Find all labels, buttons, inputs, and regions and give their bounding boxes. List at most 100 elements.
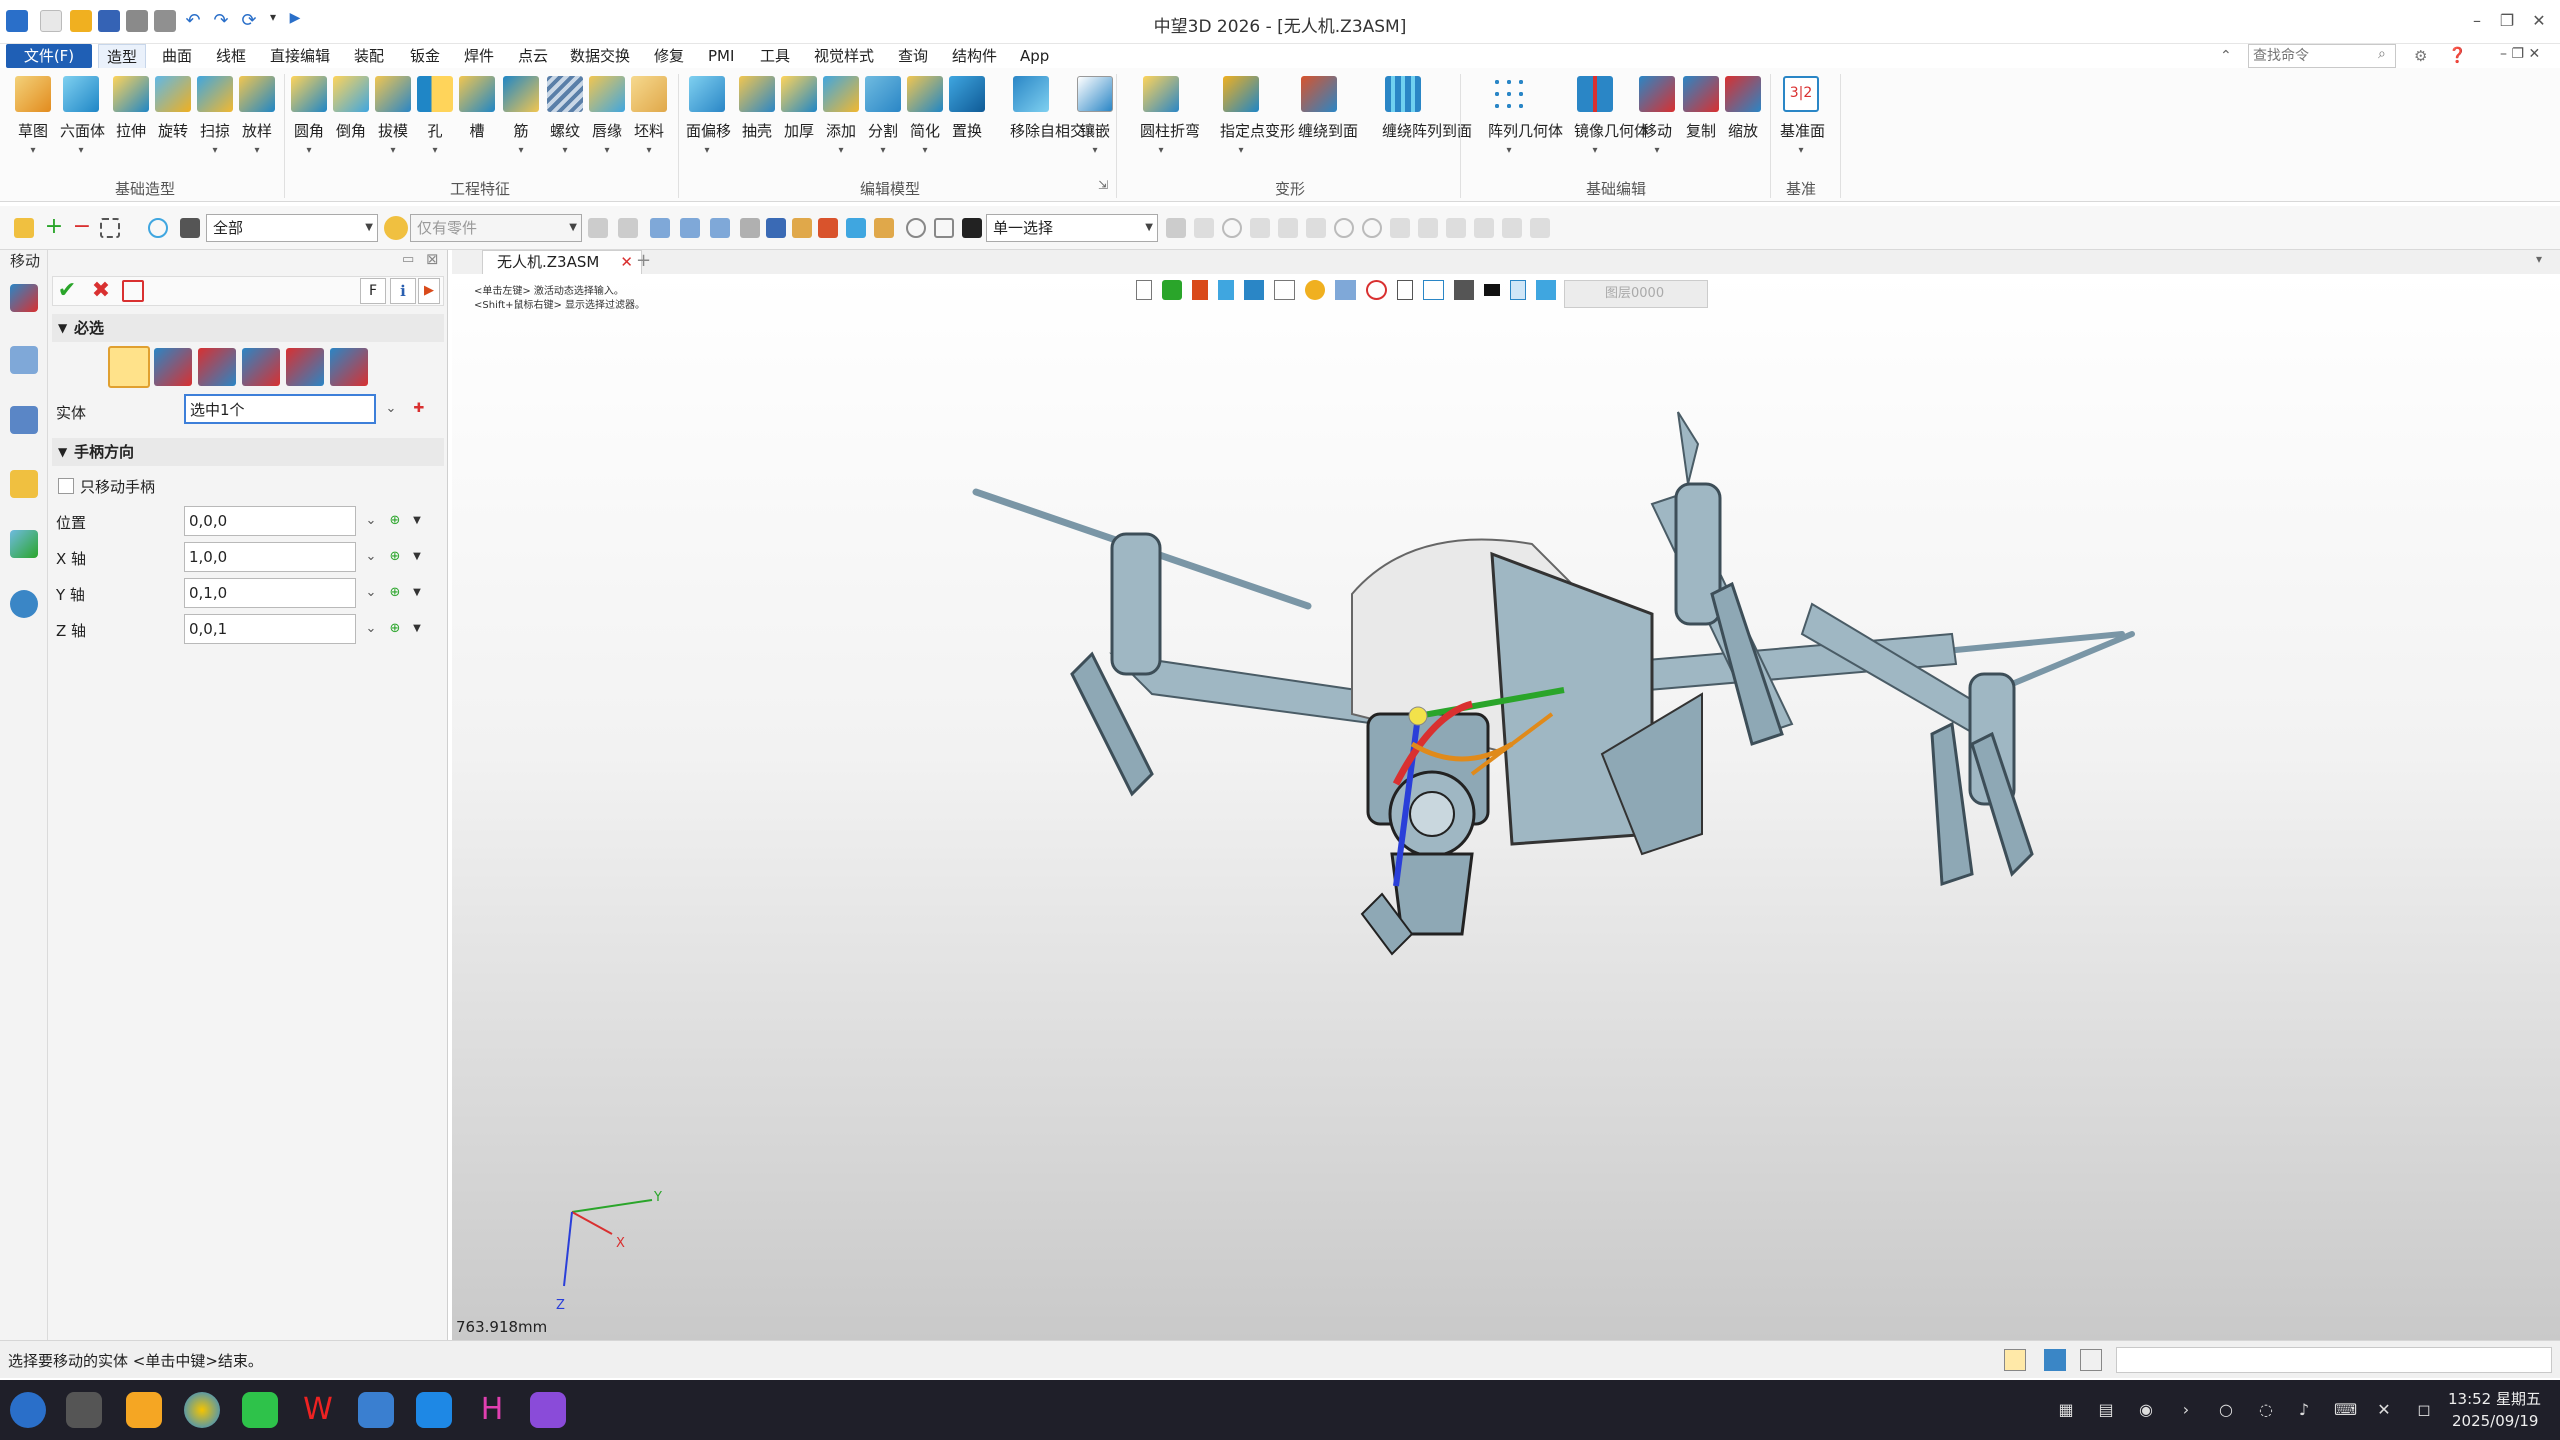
move-tool-icon[interactable] <box>10 284 38 312</box>
center-filter-icon[interactable] <box>1334 218 1354 238</box>
yaxis-menu-icon[interactable]: ▼ <box>408 584 426 602</box>
curve-filter-icon[interactable] <box>1390 218 1410 238</box>
wps-icon[interactable]: W <box>300 1392 336 1428</box>
tray-clipboard-icon[interactable]: ▤ <box>2096 1400 2116 1420</box>
slot-button[interactable]: 槽 <box>456 76 498 141</box>
menu-weldment[interactable]: 焊件 <box>456 44 502 68</box>
menu-tools[interactable]: 工具 <box>752 44 798 68</box>
circle-filter-icon[interactable] <box>1362 218 1382 238</box>
view-manager-icon[interactable] <box>10 470 38 498</box>
cancel-x-icon[interactable]: ✖ <box>88 278 114 304</box>
flag-button[interactable]: F <box>360 278 386 304</box>
select-arrow-icon[interactable] <box>14 218 34 238</box>
xaxis-field[interactable]: 1,0,0 <box>184 542 356 572</box>
new-tab-icon[interactable]: + <box>636 250 651 271</box>
move-mode-dynamic-icon[interactable] <box>108 346 150 388</box>
start-icon[interactable] <box>10 1392 46 1428</box>
help-icon[interactable]: ❓ <box>2448 46 2467 64</box>
history-icon[interactable] <box>906 218 926 238</box>
tray-bot-icon[interactable]: ◉ <box>2136 1400 2156 1420</box>
sketch-button[interactable]: 草图 ▾ <box>12 76 54 156</box>
pattern-geometry-button[interactable]: 阵列几何体 ▾ <box>1488 76 1563 156</box>
xaxis-pick-icon[interactable]: ⊕ <box>386 548 404 566</box>
wrap-pattern-button[interactable]: 缠绕阵列到面 <box>1382 76 1472 141</box>
cursor-icon[interactable] <box>766 218 786 238</box>
position-pick-icon[interactable]: ⊕ <box>386 512 404 530</box>
only-handle-checkbox[interactable] <box>58 478 74 494</box>
tray-app-icon[interactable]: ▦ <box>2056 1400 2076 1420</box>
wechat-icon[interactable] <box>242 1392 278 1428</box>
move-mode-rotate-icon[interactable] <box>242 348 280 386</box>
part-filter-icon[interactable] <box>384 216 408 240</box>
sweep-button[interactable]: 扫掠 ▾ <box>194 76 236 156</box>
panel-close-icon[interactable]: ⊠ <box>426 250 439 268</box>
stop-icon[interactable] <box>962 218 982 238</box>
loft-button[interactable]: 放样 ▾ <box>236 76 278 156</box>
assembly-tree-icon[interactable] <box>10 406 38 434</box>
box-button[interactable]: 六面体 ▾ <box>60 76 105 156</box>
clock-time[interactable]: 13:52 星期五 <box>2448 1388 2541 1409</box>
drone-model[interactable] <box>452 274 2560 1340</box>
filter-select[interactable]: 全部 ▼ <box>206 214 378 242</box>
apply-icon[interactable] <box>122 280 144 302</box>
doc-minimize-icon[interactable]: – ❐ ✕ <box>2500 46 2540 62</box>
drawing-app-icon[interactable] <box>416 1392 452 1428</box>
layers-icon[interactable] <box>792 218 812 238</box>
restore-button[interactable]: ❐ <box>2494 8 2520 34</box>
xaxis-dropdown-icon[interactable]: ⌄ <box>362 548 380 566</box>
wrap-to-face-button[interactable]: 缠绕到面 <box>1298 76 1358 141</box>
move-mode-path-icon[interactable] <box>330 348 368 386</box>
handle-section-header[interactable]: ▼ 手柄方向 <box>52 438 444 466</box>
chamfer-button[interactable]: 倒角 <box>330 76 372 141</box>
minimize-button[interactable]: – <box>2464 8 2490 34</box>
user-icon[interactable] <box>10 590 38 618</box>
menu-repair[interactable]: 修复 <box>646 44 692 68</box>
move-mode-align-icon[interactable] <box>286 348 324 386</box>
line-filter-icon[interactable] <box>1306 218 1326 238</box>
group-select-icon[interactable] <box>818 218 838 238</box>
extrude-button[interactable]: 拉伸 <box>110 76 152 141</box>
align-left-icon[interactable] <box>650 218 670 238</box>
menu-direct-edit[interactable]: 直接编辑 <box>262 44 338 68</box>
select-mode-select[interactable]: 单一选择 ▼ <box>986 214 1158 242</box>
menu-structure[interactable]: 结构件 <box>944 44 1005 68</box>
hole-button[interactable]: 孔 ▾ <box>414 76 456 156</box>
add-selection-icon[interactable]: + <box>44 216 64 238</box>
zaxis-menu-icon[interactable]: ▼ <box>408 620 426 638</box>
filter-icon[interactable] <box>180 218 200 238</box>
zaxis-dropdown-icon[interactable]: ⌄ <box>362 620 380 638</box>
fillet-button[interactable]: 圆角 ▾ <box>288 76 330 156</box>
xaxis-menu-icon[interactable]: ▼ <box>408 548 426 566</box>
spline-filter-icon[interactable] <box>1418 218 1438 238</box>
replace-button[interactable]: 置换 <box>946 76 988 141</box>
panel-expand-icon[interactable]: ▶ <box>418 278 440 304</box>
clock-date[interactable]: 2025/09/19 <box>2452 1412 2538 1430</box>
required-section-header[interactable]: ▼ 必选 <box>52 314 444 342</box>
angle-filter-icon[interactable] <box>1446 218 1466 238</box>
pick-icon[interactable] <box>148 218 168 238</box>
zw3d-icon[interactable] <box>358 1392 394 1428</box>
close-button[interactable]: ✕ <box>2526 8 2552 34</box>
menu-query[interactable]: 查询 <box>890 44 936 68</box>
box-select-icon[interactable] <box>100 218 120 238</box>
assembly-select-icon[interactable] <box>846 218 866 238</box>
thread-button[interactable]: 螺纹 ▾ <box>544 76 586 156</box>
3d-viewport[interactable]: <单击左键> 激活动态选择输入。 <Shift+鼠标右键> 显示选择过滤器。 图… <box>452 274 2560 1340</box>
position-field[interactable]: 0,0,0 <box>184 506 356 536</box>
thicken-button[interactable]: 加厚 <box>778 76 820 141</box>
vertex-filter-icon[interactable] <box>1250 218 1270 238</box>
align-center-icon[interactable] <box>680 218 700 238</box>
play-filter-icon[interactable] <box>1222 218 1242 238</box>
tray-search-icon[interactable]: ○ <box>2216 1400 2236 1420</box>
document-tab[interactable]: 无人机.Z3ASM ✕ <box>482 250 642 274</box>
rib-button[interactable]: 筋 ▾ <box>500 76 542 156</box>
tray-keyboard-icon[interactable]: ⌨ <box>2334 1400 2357 1420</box>
tab-close-icon[interactable]: ✕ <box>620 251 633 273</box>
entity-field[interactable]: 选中1个 <box>184 394 376 424</box>
draft-button[interactable]: 拔模 ▾ <box>372 76 414 156</box>
menu-file[interactable]: 文件(F) <box>6 44 92 68</box>
tray-volume-icon[interactable]: ♪ <box>2294 1400 2314 1420</box>
info-icon[interactable]: ℹ <box>390 278 416 304</box>
status-panel-icon[interactable] <box>2080 1349 2102 1371</box>
expand-group-icon[interactable]: ⇲ <box>1098 178 1108 192</box>
